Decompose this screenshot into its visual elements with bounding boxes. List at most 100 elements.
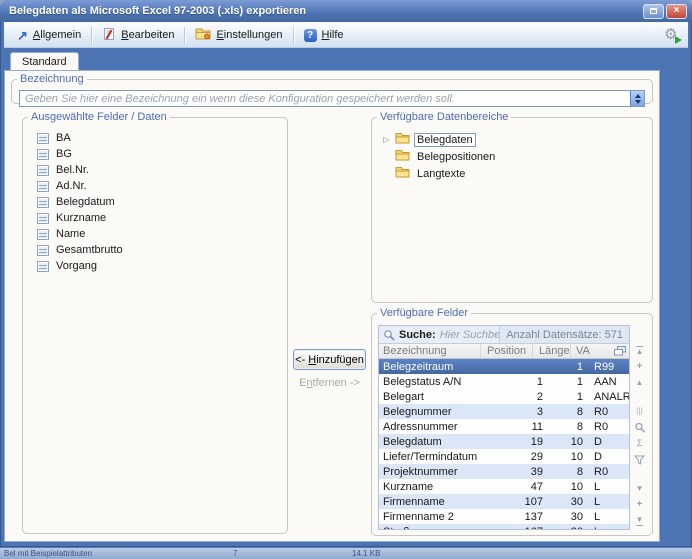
tree-item-langtexte[interactable]: Langtexte [382, 165, 652, 182]
cell-laenge: 8 [551, 421, 589, 433]
data-areas-tree: ▷Belegdaten BelegpositionenLangtexte [372, 123, 652, 182]
folder-icon [395, 132, 410, 147]
search-label: Suche: [399, 329, 436, 341]
grid-header: BezeichnungPositionLängeVA [379, 344, 629, 359]
cell-bezeichnung: Firmenname 2 [379, 511, 499, 523]
window-title: Belegdaten als Microsoft Excel 97-2003 (… [9, 5, 641, 17]
table-row-straße[interactable]: Straße16730L [379, 524, 629, 530]
bezeichnung-group: Bezeichnung Geben Sie hier eine Bezeichn… [11, 73, 653, 104]
close-button[interactable]: × [666, 4, 687, 19]
window-body: ↗AllgemeinBearbeitenEinstellungen?Hilfe … [4, 22, 688, 542]
execute-gear-icon[interactable]: ⚙ [664, 27, 682, 44]
table-row-belegstatus-a-n[interactable]: Belegstatus A/N11AAN [379, 374, 629, 389]
toolbar-separator [91, 27, 92, 44]
list-item-name[interactable]: Name [37, 226, 287, 242]
table-icon [37, 245, 49, 256]
bezeichnung-combobox[interactable]: Geben Sie hier eine Bezeichnung ein wenn… [19, 90, 645, 107]
cell-va: R0 [589, 466, 629, 478]
cell-va: AAN [589, 376, 629, 388]
table-icon [37, 149, 49, 160]
table-row-projektnummer[interactable]: Projektnummer398R0 [379, 464, 629, 479]
up-icon[interactable] [632, 377, 647, 388]
first-row-icon[interactable] [632, 345, 647, 356]
toolbar-item-label: Hilfe [322, 29, 344, 41]
list-item-belegdatum[interactable]: Belegdatum [37, 194, 287, 210]
cell-laenge: 8 [551, 466, 589, 478]
list-item-gesamtbrutto[interactable]: Gesamtbrutto [37, 242, 287, 258]
filter-icon[interactable] [632, 454, 647, 465]
cell-bezeichnung: Belegnummer [379, 406, 499, 418]
table-row-kurzname[interactable]: Kurzname4710L [379, 479, 629, 494]
folder-icon [395, 149, 410, 164]
last-row-icon[interactable] [632, 515, 647, 526]
list-item-vorgang[interactable]: Vorgang [37, 258, 287, 274]
cell-bezeichnung: Projektnummer [379, 466, 499, 478]
list-item-ad-nr[interactable]: Ad.Nr. [37, 178, 287, 194]
up-plus-icon[interactable] [632, 361, 647, 372]
table-row-firmenname-2[interactable]: Firmenname 213730L [379, 509, 629, 524]
cell-laenge: 10 [551, 436, 589, 448]
tab-standard[interactable]: Standard [10, 52, 79, 71]
grid-search-bar[interactable]: Suche: Hier Suchbegriff eingebe Anzahl D… [379, 326, 629, 344]
remove-button-disabled[interactable]: Entfernen -> [288, 377, 371, 389]
cell-position: 167 [499, 526, 551, 531]
combo-spin-button[interactable] [630, 91, 644, 106]
toolbar-item-allgemein[interactable]: ↗Allgemein [10, 27, 88, 44]
list-item-bel-nr[interactable]: Bel.Nr. [37, 162, 287, 178]
table-row-belegzeitraum[interactable]: Belegzeitraum1R99 [379, 359, 629, 374]
tabpage-standard: Bezeichnung Geben Sie hier eine Bezeichn… [4, 70, 660, 542]
table-row-belegnummer[interactable]: Belegnummer38R0 [379, 404, 629, 419]
list-item-label: BG [56, 148, 72, 160]
cell-bezeichnung: Belegstatus A/N [379, 376, 499, 388]
cell-laenge: 10 [551, 481, 589, 493]
column-header-länge[interactable]: Länge [533, 344, 571, 358]
cell-va: R0 [589, 421, 629, 433]
cell-bezeichnung: Adressnummer [379, 421, 499, 433]
restore-button[interactable] [643, 4, 664, 19]
list-item-ba[interactable]: BA [37, 130, 287, 146]
cell-va: L [589, 511, 629, 523]
magnifier-icon[interactable] [632, 422, 647, 433]
cell-laenge: 1 [551, 376, 589, 388]
cell-position: 137 [499, 511, 551, 523]
cell-laenge: 30 [551, 496, 589, 508]
help-icon: ? [304, 29, 317, 42]
list-item-label: Bel.Nr. [56, 164, 89, 176]
cell-va: L [589, 496, 629, 508]
list-item-label: Ad.Nr. [56, 180, 87, 192]
cell-position: 2 [499, 391, 551, 403]
selected-fields-list: BA BG Bel.Nr. Ad.Nr. BelegdatumKurznameName G… [23, 123, 287, 274]
table-row-belegdatum[interactable]: Belegdatum1910D [379, 434, 629, 449]
sum-icon[interactable] [632, 438, 647, 449]
toolbar-item-hilfe[interactable]: ? Hilfe [297, 27, 351, 44]
cell-bezeichnung: Belegzeitraum [379, 361, 499, 373]
list-item-kurzname[interactable]: Kurzname [37, 210, 287, 226]
table-row-liefer-termindatum[interactable]: Liefer/Termindatum2910D [379, 449, 629, 464]
list-item-bg[interactable]: BG [37, 146, 287, 162]
cell-bezeichnung: Firmenname [379, 496, 499, 508]
statusbar-right-text: 14.1 KB [352, 549, 380, 558]
list-item-label: Gesamtbrutto [56, 244, 123, 256]
column-chooser-icon[interactable] [611, 344, 629, 358]
list-item-label: Vorgang [56, 260, 97, 272]
tree-item-belegdaten[interactable]: ▷Belegdaten [382, 131, 652, 148]
table-row-belegart[interactable]: Belegart21ANALRGI [379, 389, 629, 404]
down-icon[interactable] [632, 483, 647, 494]
toolbar-item-einstellungen[interactable]: Einstellungen [188, 25, 289, 45]
expand-icon[interactable] [632, 406, 647, 417]
tree-item-label: Belegpositionen [414, 150, 498, 164]
down-plus-icon[interactable] [632, 499, 647, 510]
table-row-adressnummer[interactable]: Adressnummer118R0 [379, 419, 629, 434]
column-header-va[interactable]: VA [571, 344, 611, 358]
toolbar-item-bearbeiten[interactable]: Bearbeiten [95, 25, 181, 46]
add-button[interactable]: <- Hinzufügen [293, 349, 366, 370]
search-placeholder: Hier Suchbegriff eingebe [440, 329, 500, 341]
toolbar-separator [293, 27, 294, 44]
expander-icon[interactable]: ▷ [382, 135, 391, 144]
table-icon [37, 165, 49, 176]
column-header-bezeichnung[interactable]: Bezeichnung [379, 344, 481, 358]
table-row-firmenname[interactable]: Firmenname10730L [379, 494, 629, 509]
tree-item-belegpositionen[interactable]: Belegpositionen [382, 148, 652, 165]
cell-va: L [589, 481, 629, 493]
column-header-position[interactable]: Position [481, 344, 533, 358]
